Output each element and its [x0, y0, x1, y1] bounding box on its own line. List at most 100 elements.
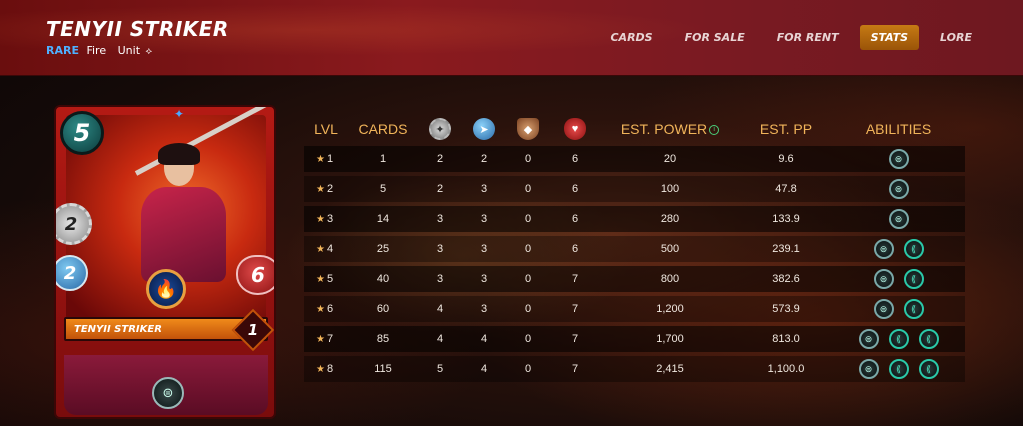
tab-lore[interactable]: LORE: [929, 25, 983, 50]
star-icon: ★: [316, 304, 325, 315]
card-health-stat: 6: [236, 255, 274, 295]
shield-ability-icon[interactable]: ⊜: [873, 269, 894, 289]
card-image[interactable]: ✦ 5 2 2 6 🔥 TENYII STRIKER 1 ⊜: [54, 105, 276, 419]
claw-ability-icon[interactable]: ⟪: [903, 269, 924, 289]
shield-ability-icon[interactable]: ⊜: [858, 359, 879, 379]
row-est-pp: 1,100.0: [767, 363, 805, 375]
row-abilities: ⊜: [832, 179, 965, 199]
table-row: ★ 7 85 4 4 0 7 1,700 813.0 ⊜ ⟪ ⟪: [304, 326, 965, 352]
element-label: Fire: [86, 44, 107, 57]
row-level-value: 7: [326, 333, 334, 345]
row-level: ★ 2: [304, 183, 348, 195]
claw-ability-icon[interactable]: ⟪: [888, 329, 909, 349]
row-est-pp: 9.6: [778, 153, 794, 165]
row-health: 7: [571, 333, 579, 345]
claw-ability-icon[interactable]: ⟪: [918, 329, 939, 349]
shield-ability-icon[interactable]: ⊜: [873, 299, 894, 319]
claw-ability-icon[interactable]: ⟪: [903, 299, 924, 319]
row-level-value: 5: [326, 273, 334, 285]
table-header: LVL CARDS ✦ ➤ ◆ ♥ EST. POWER i EST. PP AB…: [304, 116, 965, 142]
shield-ability-icon[interactable]: ⊜: [858, 329, 879, 349]
claw-ability-icon[interactable]: ⟪: [918, 359, 939, 379]
nav-tabs: CARDS FOR SALE FOR RENT STATS LORE: [589, 25, 983, 50]
star-icon: ★: [316, 364, 325, 375]
row-est-power: 280: [660, 213, 680, 225]
row-level: ★ 7: [304, 333, 348, 345]
row-attack: 2: [436, 183, 444, 195]
row-speed: 3: [480, 273, 488, 285]
claw-ability-icon[interactable]: ⟪: [888, 359, 909, 379]
row-level: ★ 1: [304, 153, 348, 165]
header-est-pp: EST. PP: [759, 121, 813, 137]
row-level-value: 3: [326, 213, 334, 225]
row-armor: 0: [524, 303, 532, 315]
shield-ability-icon[interactable]: ⊜: [888, 209, 909, 229]
row-abilities: ⊜ ⟪: [832, 299, 965, 319]
row-level: ★ 5: [304, 273, 348, 285]
row-est-pp: 133.9: [772, 213, 800, 225]
row-level-value: 1: [326, 153, 334, 165]
row-health: 6: [571, 183, 579, 195]
type-label: Unit: [117, 44, 141, 57]
health-icon: ♥: [564, 118, 586, 140]
row-armor: 0: [524, 273, 532, 285]
row-health: 7: [571, 273, 579, 285]
shield-ability-icon[interactable]: ⊜: [152, 377, 184, 409]
card-subtitle: RARE Fire Unit ⟡: [46, 44, 152, 57]
unit-icon: ⟡: [145, 46, 153, 57]
row-attack: 2: [436, 153, 444, 165]
table-row: ★ 5 40 3 3 0 7 800 382.6 ⊜ ⟪: [304, 266, 965, 292]
star-icon: ★: [316, 274, 325, 285]
row-attack: 3: [436, 213, 444, 225]
row-cards: 25: [376, 243, 390, 255]
tab-stats[interactable]: STATS: [859, 25, 920, 50]
row-est-power: 1,700: [656, 333, 684, 345]
fire-emblem-icon: ✦: [173, 107, 185, 121]
melee-attack-icon: ✦: [429, 118, 451, 140]
row-est-power: 2,415: [656, 363, 684, 375]
row-cards: 60: [376, 303, 390, 315]
row-est-power: 20: [663, 153, 677, 165]
info-icon[interactable]: i: [709, 125, 720, 136]
row-level: ★ 3: [304, 213, 348, 225]
row-attack: 5: [436, 363, 444, 375]
table-row: ★ 3 14 3 3 0 6 280 133.9 ⊜: [304, 206, 965, 232]
row-speed: 4: [480, 363, 488, 375]
header-lvl: LVL: [314, 121, 338, 137]
mana-cost-badge: 5: [60, 111, 104, 155]
card-health-value: 6: [251, 263, 265, 287]
stats-table: LVL CARDS ✦ ➤ ◆ ♥ EST. POWER i EST. PP AB…: [304, 116, 965, 386]
character-hair-art: [158, 143, 200, 165]
row-cards: 5: [379, 183, 387, 195]
row-speed: 3: [480, 303, 488, 315]
shield-ability-icon[interactable]: ⊜: [888, 149, 909, 169]
row-speed: 3: [480, 213, 488, 225]
row-abilities: ⊜ ⟪: [832, 239, 965, 259]
claw-ability-icon[interactable]: ⟪: [903, 239, 924, 259]
tab-for-sale[interactable]: FOR SALE: [674, 25, 756, 50]
tab-for-rent[interactable]: FOR RENT: [766, 25, 850, 50]
row-cards: 115: [374, 363, 392, 375]
row-abilities: ⊜: [832, 149, 965, 169]
row-est-pp: 573.9: [772, 303, 800, 315]
row-armor: 0: [524, 333, 532, 345]
row-speed: 3: [480, 243, 488, 255]
sword-art: [134, 107, 270, 176]
row-level-value: 2: [326, 183, 334, 195]
row-health: 6: [571, 243, 579, 255]
tab-cards[interactable]: CARDS: [599, 25, 663, 50]
row-est-power: 500: [660, 243, 680, 255]
row-armor: 0: [524, 153, 532, 165]
row-health: 7: [571, 303, 579, 315]
row-level: ★ 4: [304, 243, 348, 255]
card-name: TENYII STRIKER: [74, 323, 162, 335]
row-attack: 4: [436, 303, 444, 315]
row-est-pp: 47.8: [775, 183, 797, 195]
armor-icon: ◆: [517, 118, 539, 140]
shield-ability-icon[interactable]: ⊜: [888, 179, 909, 199]
row-level-value: 8: [326, 363, 334, 375]
table-row: ★ 6 60 4 3 0 7 1,200 573.9 ⊜ ⟪: [304, 296, 965, 322]
rarity-label: RARE: [46, 44, 79, 57]
shield-ability-icon[interactable]: ⊜: [873, 239, 894, 259]
row-attack: 3: [436, 273, 444, 285]
